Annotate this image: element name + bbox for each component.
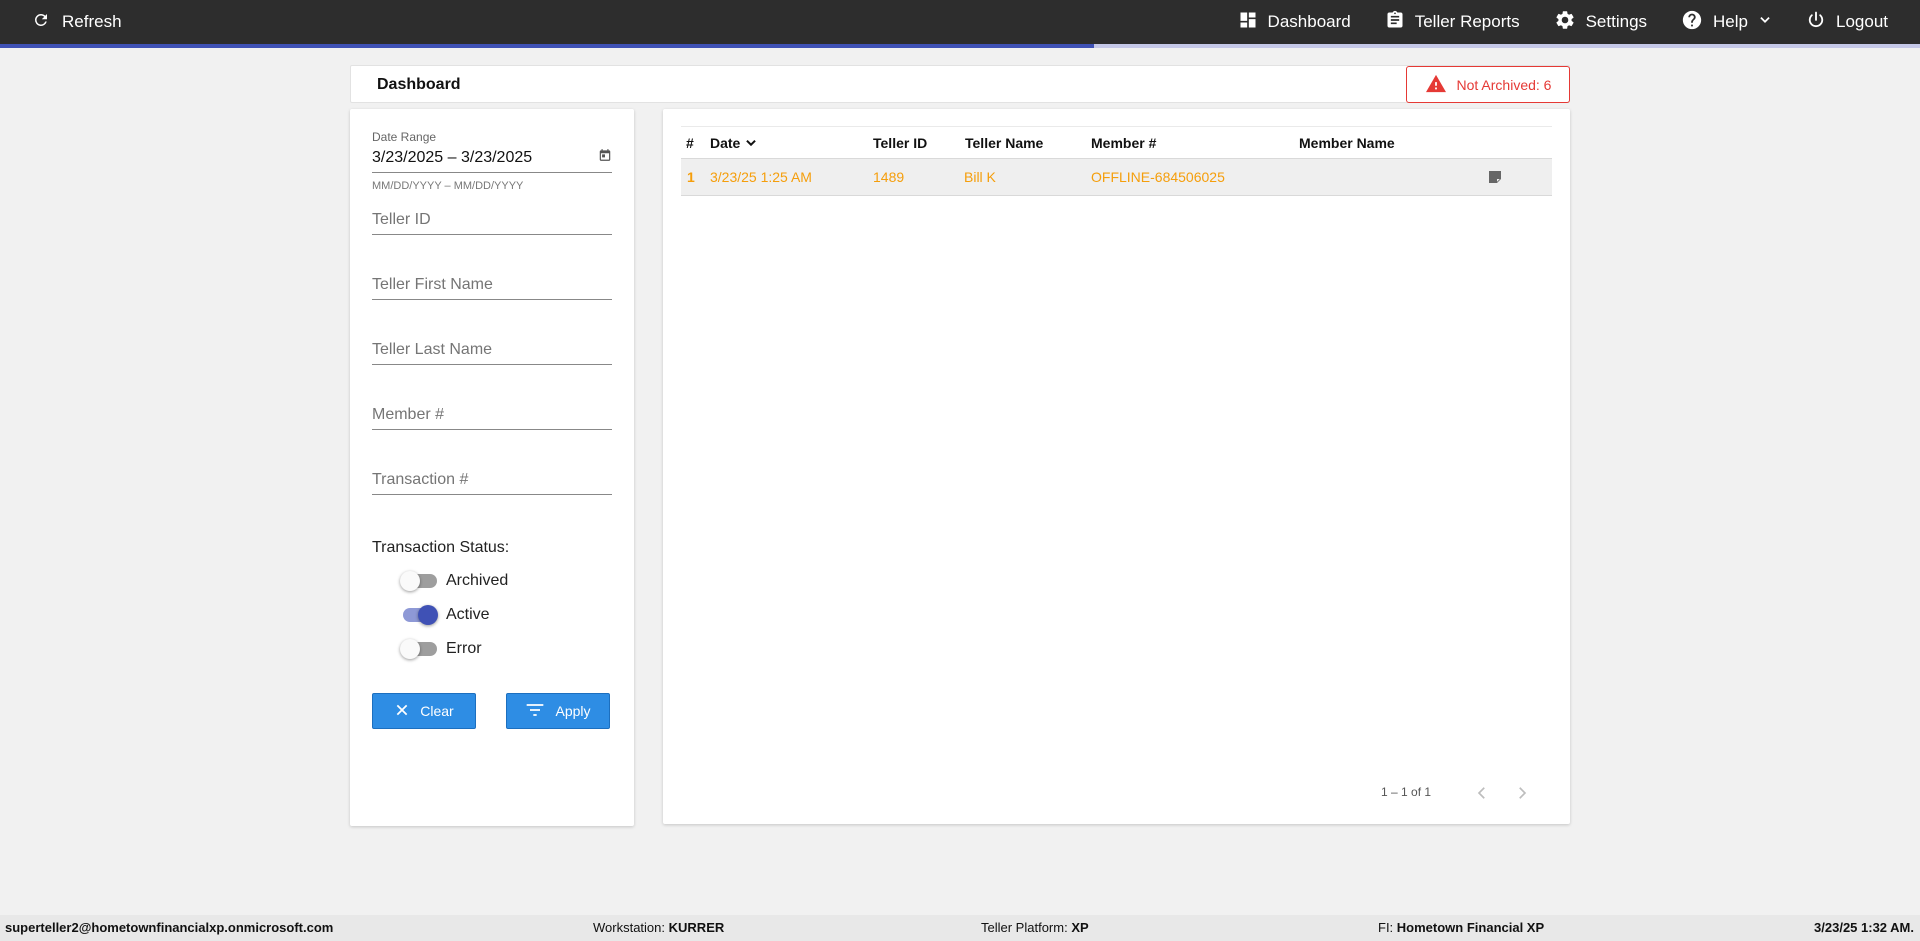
refresh-button[interactable]: Refresh <box>32 0 122 44</box>
apply-button[interactable]: Apply <box>506 693 610 729</box>
active-toggle[interactable] <box>400 605 438 625</box>
nav-help[interactable]: Help <box>1681 9 1772 36</box>
nav-dashboard-label: Dashboard <box>1267 12 1351 31</box>
clear-label: Clear <box>420 703 454 719</box>
footer-platform-value: XP <box>1071 920 1089 935</box>
table-row[interactable]: 1 3/23/25 1:25 AM 1489 Bill K OFFLINE-68… <box>681 159 1552 196</box>
row-member-number: OFFLINE-684506025 <box>1091 169 1225 185</box>
column-header-member-name[interactable]: Member Name <box>1299 127 1395 159</box>
row-number: 1 <box>687 169 695 185</box>
page-header: Dashboard <box>350 65 1570 103</box>
footer-fi-value: Hometown Financial XP <box>1396 920 1545 935</box>
archived-toggle[interactable] <box>400 571 438 591</box>
gear-icon <box>1554 9 1576 36</box>
footer-fi: FI: Hometown Financial XP <box>1378 915 1544 941</box>
nav-logout[interactable]: Logout <box>1806 10 1888 35</box>
column-header-teller-id[interactable]: Teller ID <box>873 127 927 159</box>
nav-logout-label: Logout <box>1836 12 1888 31</box>
column-header-teller-name[interactable]: Teller Name <box>965 127 1043 159</box>
footer-workstation-value: KURRER <box>668 920 725 935</box>
column-header-member-number[interactable]: Member # <box>1091 127 1156 159</box>
nav-help-label: Help <box>1713 12 1748 31</box>
pagination-range: 1 – 1 of 1 <box>1381 785 1432 799</box>
teller-first-name-input[interactable] <box>372 270 612 300</box>
status-archived: Archived <box>400 571 508 591</box>
loading-progress-bar <box>0 44 1920 48</box>
previous-page-button[interactable] <box>1470 781 1494 805</box>
nav-settings-label: Settings <box>1585 12 1648 31</box>
clear-button[interactable]: Clear <box>372 693 476 729</box>
status-footer: superteller2@hometownfinancialxp.onmicro… <box>0 915 1920 941</box>
footer-workstation: Workstation: KURRER <box>593 915 724 941</box>
transaction-number-input[interactable] <box>372 465 612 495</box>
paginator: 1 – 1 of 1 <box>663 778 1570 808</box>
footer-workstation-label: Workstation: <box>593 920 666 935</box>
not-archived-alert-button[interactable]: Not Archived: 6 <box>1406 66 1570 103</box>
error-label: Error <box>446 640 482 657</box>
loading-progress-fill <box>0 44 1095 48</box>
top-bar: Refresh Dashboard Teller Reports Setting… <box>0 0 1920 44</box>
column-header-date-label: Date <box>710 135 741 151</box>
teller-last-name-input[interactable] <box>372 335 612 365</box>
date-range-field[interactable]: Date Range 3/23/2025 – 3/23/2025 MM/DD/Y… <box>372 130 612 192</box>
page-title: Dashboard <box>377 76 461 93</box>
table-header: # Date Teller ID Teller Name Member # Me… <box>681 126 1552 159</box>
footer-user: superteller2@hometownfinancialxp.onmicro… <box>5 920 334 935</box>
footer-datetime: 3/23/25 1:32 AM. <box>1814 920 1914 935</box>
member-number-input[interactable] <box>372 400 612 430</box>
filter-icon <box>525 702 545 721</box>
footer-platform: Teller Platform: XP <box>981 915 1089 941</box>
column-header-date[interactable]: Date <box>710 127 758 159</box>
sort-chevron-down-icon <box>744 136 758 150</box>
help-icon <box>1681 9 1703 36</box>
transaction-status-title: Transaction Status: <box>372 539 510 556</box>
top-nav: Dashboard Teller Reports Settings Help L… <box>1238 0 1888 44</box>
active-label: Active <box>446 606 490 623</box>
date-range-hint: MM/DD/YYYY – MM/DD/YYYY <box>372 180 524 192</box>
transactions-table: # Date Teller ID Teller Name Member # Me… <box>681 126 1552 196</box>
nav-dashboard[interactable]: Dashboard <box>1238 10 1351 35</box>
status-error: Error <box>400 639 482 659</box>
footer-platform-label: Teller Platform: <box>981 920 1068 935</box>
footer-fi-label: FI: <box>1378 920 1394 935</box>
close-icon <box>394 702 410 721</box>
filter-panel: Date Range 3/23/2025 – 3/23/2025 MM/DD/Y… <box>350 109 634 826</box>
column-header-number: # <box>686 135 694 151</box>
row-teller-name: Bill K <box>964 169 996 185</box>
row-teller-id: 1489 <box>873 169 905 185</box>
nav-teller-reports-label: Teller Reports <box>1414 12 1520 31</box>
teller-id-input[interactable] <box>372 205 612 235</box>
row-date: 3/23/25 1:25 AM <box>710 169 812 185</box>
chevron-down-icon <box>1758 12 1772 32</box>
clipboard-icon <box>1385 10 1405 35</box>
archived-label: Archived <box>446 572 509 589</box>
nav-teller-reports[interactable]: Teller Reports <box>1385 10 1520 35</box>
date-range-value[interactable]: 3/23/2025 – 3/23/2025 <box>372 149 532 167</box>
apply-label: Apply <box>555 703 591 719</box>
refresh-icon <box>32 11 50 34</box>
calendar-icon[interactable] <box>598 148 612 167</box>
chevron-right-icon <box>1513 784 1531 802</box>
chevron-left-icon <box>1473 784 1491 802</box>
refresh-label: Refresh <box>62 12 122 31</box>
not-archived-label: Not Archived: 6 <box>1456 76 1552 93</box>
next-page-button[interactable] <box>1510 781 1534 805</box>
warning-icon <box>1425 73 1447 96</box>
date-range-label: Date Range <box>372 130 437 144</box>
nav-settings[interactable]: Settings <box>1554 9 1647 36</box>
power-icon <box>1806 10 1826 35</box>
note-icon[interactable] <box>1487 169 1503 185</box>
dashboard-icon <box>1238 10 1258 35</box>
transactions-panel: # Date Teller ID Teller Name Member # Me… <box>663 109 1570 824</box>
error-toggle[interactable] <box>400 639 438 659</box>
status-active: Active <box>400 605 490 625</box>
